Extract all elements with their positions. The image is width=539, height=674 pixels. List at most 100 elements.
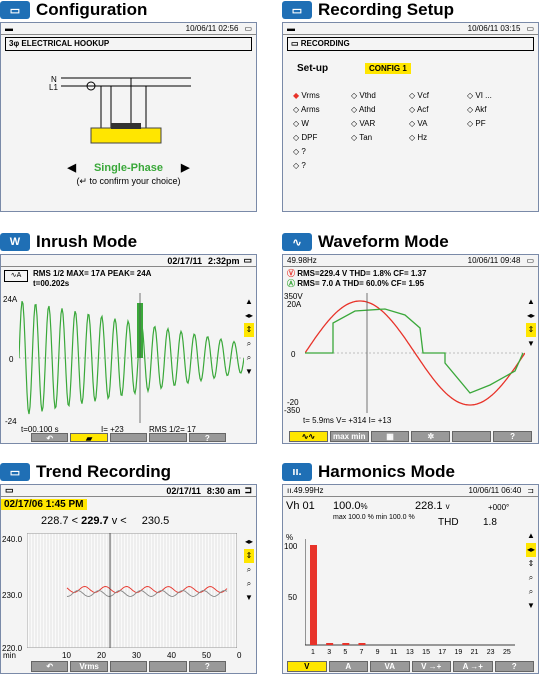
harmonics-mode-icon: ıı. <box>282 463 312 481</box>
down-arrow-icon[interactable]: ▼ <box>526 337 536 351</box>
zoom-in-icon[interactable]: ⌕ <box>244 337 254 351</box>
harmonic-percent: 100.0% <box>333 500 368 512</box>
waveform-line <box>19 300 244 415</box>
x-tick-label: 9 <box>376 649 380 655</box>
up-arrow-icon[interactable]: ▲ <box>526 295 536 309</box>
heading-text: RECORDING <box>300 39 350 48</box>
empty-button[interactable] <box>109 661 148 672</box>
param-option[interactable]: ◇ W <box>293 119 309 128</box>
param-label: W <box>301 119 309 128</box>
max-min-button[interactable]: max min <box>329 431 369 442</box>
device-screen: 49.98Hz 10/06/11 09:48 ▭ Ⓥ RMS=229.4 V T… <box>282 254 539 444</box>
x-tick-label: 15 <box>422 649 430 655</box>
current-channel-icon: Ⓐ <box>287 279 298 288</box>
down-arrow-icon[interactable]: ▼ <box>244 591 254 605</box>
channel-button[interactable]: ? <box>494 661 534 672</box>
param-option[interactable]: ◇ ? <box>293 147 306 156</box>
recording-mode-icon: ▭ <box>282 1 312 19</box>
pan-icon[interactable]: ⇕ <box>244 549 254 563</box>
scroll-icon[interactable]: ◂▸ <box>526 543 536 557</box>
x-tick-label: 5 <box>343 649 347 655</box>
panel-header: ▭ Configuration <box>0 0 257 20</box>
param-option[interactable]: ◆ Vrms <box>293 91 320 100</box>
param-option[interactable]: ◇ VI ... <box>467 91 492 100</box>
param-label: VAR <box>359 119 376 128</box>
side-controls: ◂▸ ⇕ ⌕ ⌕ ▼ <box>244 535 254 605</box>
channel-button[interactable]: V <box>287 661 327 672</box>
param-option[interactable]: ◇ Hz <box>409 133 427 142</box>
zoom-out-icon[interactable]: ⌕ <box>244 577 254 591</box>
param-option[interactable]: ◇ DPF <box>293 133 317 142</box>
zoom-in-icon[interactable]: ⌕ <box>244 563 254 577</box>
pan-icon[interactable]: ⇕ <box>244 323 254 337</box>
datetime: 10/06/11 06:40 <box>468 486 522 495</box>
cursor-readout: t= 5.9ms V= +314 I= +13 <box>303 416 392 425</box>
param-option[interactable]: ◇ VA <box>409 119 427 128</box>
empty-button[interactable] <box>149 661 187 672</box>
datetime: 10/06/11 02:56 <box>185 24 239 33</box>
table-button[interactable]: ▦ <box>370 431 410 442</box>
lt-symbol: < <box>71 515 79 527</box>
wire-l1-label: L1 <box>49 83 58 92</box>
wave-selector-icon[interactable]: ∿A <box>4 270 28 282</box>
zoom-out-icon[interactable]: ⌕ <box>526 585 536 599</box>
empty-button[interactable] <box>109 433 148 442</box>
hookup-choice[interactable]: ◀ Single-Phase ▶ <box>1 161 256 174</box>
param-option[interactable]: ◇ PF <box>467 119 486 128</box>
vrms-button[interactable]: Vrms <box>70 661 108 672</box>
pan-icon[interactable]: ⇕ <box>526 323 536 337</box>
channel-button[interactable]: VA <box>370 661 410 672</box>
scroll-icon[interactable]: ◂▸ <box>526 309 536 323</box>
back-button[interactable]: ↶ <box>31 433 69 443</box>
help-button[interactable]: ? <box>188 661 227 672</box>
side-controls: ▲ ◂▸ ⇕ ⌕ ⌕ ▼ <box>526 529 536 613</box>
waveform-button[interactable]: ∿∿ <box>289 431 328 442</box>
zoom-out-icon[interactable]: ⌕ <box>244 351 254 365</box>
battery-icon: ▭ <box>526 24 534 33</box>
x-tick-label: 13 <box>406 649 414 655</box>
thd-value: 1.8 <box>483 517 497 528</box>
unselected-icon: ◇ <box>467 105 475 114</box>
pan-icon[interactable]: ⇕ <box>526 557 536 571</box>
param-option[interactable]: ◇ ? <box>293 161 306 170</box>
y-zero-label: 0 <box>9 355 14 364</box>
param-option[interactable]: ◇ Vthd <box>351 91 376 100</box>
y-top-label: 24A <box>3 295 18 304</box>
back-button[interactable]: ↶ <box>31 661 69 672</box>
channel-button[interactable]: V →+ <box>411 661 451 672</box>
param-label: DPF <box>301 133 318 142</box>
recording-setup-panel: ▭ Recording Setup ▬ 10/06/11 03:15 ▭ ▭ R… <box>282 0 539 212</box>
param-option[interactable]: ◇ Tan <box>351 133 372 142</box>
param-option[interactable]: ◇ VAR <box>351 119 375 128</box>
phasor-button[interactable]: ✲ <box>411 431 451 442</box>
up-arrow-icon[interactable]: ▲ <box>244 295 254 309</box>
config-selector[interactable]: CONFIG 1 <box>365 63 411 74</box>
scroll-icon[interactable]: ◂▸ <box>244 309 254 323</box>
param-option[interactable]: ◇ Athd <box>351 105 375 114</box>
up-arrow-icon[interactable]: ▲ <box>526 529 536 543</box>
channel-button[interactable]: A →+ <box>453 661 493 672</box>
help-button[interactable]: ? <box>188 433 227 443</box>
param-option[interactable]: ◇ Vcf <box>409 91 429 100</box>
param-option[interactable]: ◇ Akf <box>467 105 487 114</box>
page-title: ▭ RECORDING <box>287 37 534 51</box>
right-arrow-icon[interactable]: ▶ <box>181 162 189 174</box>
help-button[interactable]: ? <box>493 431 532 442</box>
left-arrow-icon[interactable]: ◀ <box>67 162 75 174</box>
zoom-in-icon[interactable]: ⌕ <box>526 571 536 585</box>
param-option[interactable]: ◇ Arms <box>293 105 320 114</box>
down-arrow-icon[interactable]: ▼ <box>244 365 254 379</box>
param-label: Vrms <box>301 91 320 100</box>
panel-title: Harmonics Mode <box>318 462 455 481</box>
side-controls: ▲ ◂▸ ⇕ ⌕ ⌕ ▼ <box>244 295 254 379</box>
y-top: 240.0 <box>2 535 23 544</box>
date: 02/17/11 <box>166 485 201 496</box>
open-button[interactable]: ▰ <box>70 433 108 443</box>
empty-button[interactable] <box>452 431 492 442</box>
channel-button[interactable]: A <box>328 661 368 672</box>
scroll-icon[interactable]: ◂▸ <box>244 535 254 549</box>
empty-button[interactable] <box>149 433 187 442</box>
down-arrow-icon[interactable]: ▼ <box>526 599 536 613</box>
param-option[interactable]: ◇ Acf <box>409 105 429 114</box>
x-unit: min <box>3 651 16 660</box>
